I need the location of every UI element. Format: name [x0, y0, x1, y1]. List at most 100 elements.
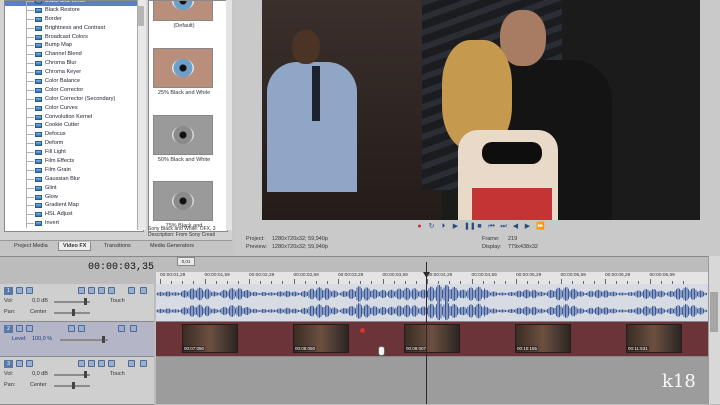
fx-item[interactable]: Film Effects	[5, 157, 143, 166]
loop-icon[interactable]: ↻	[428, 223, 435, 230]
fx-item[interactable]: Black Restore	[5, 5, 143, 15]
fx-item[interactable]: Deform	[5, 139, 143, 149]
fx-item[interactable]: Glint	[5, 183, 143, 193]
mouse-cursor-icon	[378, 346, 385, 356]
preset-25-bw[interactable]: 25% Black and White	[153, 48, 215, 97]
fx-item[interactable]: Chroma Blur	[5, 59, 143, 69]
video-track-lane[interactable]: 00:07:050 00:08:050 00:09:007 00:10:155 00:1…	[156, 322, 708, 357]
track-solo-button-icon[interactable]	[140, 287, 147, 294]
ruler-tick-label: 00:00:04,59	[471, 273, 497, 278]
fast-forward-icon[interactable]: ⏩	[536, 223, 545, 230]
track-mute-icon[interactable]	[16, 360, 23, 367]
track-auto-icon[interactable]	[78, 360, 85, 367]
track-number: 3	[4, 360, 13, 368]
track-mute-button-icon[interactable]	[128, 287, 135, 294]
preset-75-bw[interactable]: 75% Black and	[153, 181, 215, 230]
track-solo-icon[interactable]	[88, 287, 95, 294]
fx-item[interactable]: Cookie Cutter	[5, 121, 143, 131]
preset-50-bw[interactable]: 50% Black and White	[153, 115, 215, 164]
fx-plugin-icon	[35, 25, 42, 31]
fx-plugin-icon	[35, 70, 42, 76]
fx-plugin-icon	[35, 43, 42, 49]
fx-item[interactable]: Gradient Map	[5, 201, 143, 211]
pan-slider-knob[interactable]	[72, 382, 75, 389]
preset-default[interactable]: (Default)	[153, 1, 215, 30]
fx-item[interactable]: Glow	[5, 192, 143, 202]
fx-item[interactable]: Color Corrector (Secondary)	[5, 94, 143, 104]
empty-track-lane[interactable]	[156, 357, 708, 404]
record-icon[interactable]: ●	[416, 223, 423, 230]
track-header-audio-3[interactable]: 3 Vol: 0,0 dB Touch Pan: Center	[0, 357, 154, 405]
track-mute-button-icon[interactable]	[128, 360, 135, 367]
track-arm-icon[interactable]	[108, 287, 115, 294]
fx-item[interactable]: Defocus	[5, 130, 143, 140]
time-code[interactable]: 00:00:03,35	[88, 262, 154, 273]
preview-value: 1280x720x32; 59,940p	[272, 244, 328, 250]
preset-scrollbar[interactable]	[226, 0, 232, 230]
fx-item[interactable]: Invert	[5, 219, 143, 229]
track-solo-button-icon[interactable]	[140, 360, 147, 367]
track-fx-icon[interactable]	[26, 360, 33, 367]
track-fx-icon[interactable]	[26, 325, 33, 332]
track-mute-button-icon[interactable]	[118, 325, 125, 332]
fx-item[interactable]: Convolution Kernel	[5, 112, 143, 122]
audio-track-lane[interactable]	[156, 284, 708, 322]
level-slider-knob[interactable]	[102, 336, 105, 343]
track-motion-icon[interactable]	[68, 325, 75, 332]
tab-media-generators[interactable]: Media Generators	[146, 242, 198, 250]
fx-item[interactable]: Film Grain	[5, 165, 143, 175]
go-to-end-icon[interactable]: ⏭	[500, 223, 507, 230]
playhead[interactable]	[426, 262, 427, 404]
fx-item[interactable]: Color Corrector	[5, 85, 143, 95]
tab-transitions[interactable]: Transitions	[100, 242, 135, 250]
touch-mode-label[interactable]: Touch	[110, 298, 125, 304]
clip-timestamp: 00:11:531	[627, 346, 649, 351]
tab-project-media[interactable]: Project Media	[10, 242, 52, 250]
go-to-start-icon[interactable]: ⏮	[488, 223, 495, 230]
tab-video-fx[interactable]: Video FX	[58, 242, 92, 251]
fx-item[interactable]: Gaussian Blur	[5, 174, 143, 184]
track-auto-icon[interactable]	[78, 325, 85, 332]
stop-icon[interactable]: ■	[476, 223, 483, 230]
track-solo-icon[interactable]	[88, 360, 95, 367]
touch-mode-label[interactable]: Touch	[110, 371, 125, 377]
prev-frame-icon[interactable]: ◀	[512, 223, 519, 230]
ruler-tick-label: 00:00:02,29	[249, 273, 275, 278]
fx-item[interactable]: Fill Light	[5, 148, 143, 158]
play-from-start-icon[interactable]: ⏵	[440, 223, 447, 230]
track-fx-icon[interactable]	[26, 287, 33, 294]
next-frame-icon[interactable]: ▶	[524, 223, 531, 230]
fx-item[interactable]: Channel Blend	[5, 50, 143, 60]
track-arm-icon[interactable]	[108, 360, 115, 367]
fx-plugin-icon	[35, 167, 42, 173]
fx-item[interactable]: HSL Adjust	[5, 210, 143, 220]
timeline-scroll-thumb[interactable]	[710, 292, 718, 332]
fx-item[interactable]: Border	[5, 14, 143, 24]
fx-tree-scrollbar[interactable]	[137, 0, 146, 230]
fx-item[interactable]: Color Balance	[5, 77, 143, 86]
track-header-video-2[interactable]: 2 Level: 100,0 %	[0, 322, 154, 357]
ruler-tick-label: 00:00:05,29	[516, 273, 542, 278]
track-compositing-icon[interactable]	[16, 325, 23, 332]
level-slider[interactable]	[60, 339, 108, 341]
play-icon[interactable]: ▶	[452, 223, 459, 230]
track-auto-icon[interactable]	[78, 287, 85, 294]
fx-item[interactable]: Brightness and Contrast	[5, 23, 143, 33]
vol-slider-knob[interactable]	[84, 298, 87, 305]
pause-icon[interactable]: ❚❚	[464, 223, 476, 230]
track-mute-icon[interactable]	[16, 287, 23, 294]
track-lock-icon[interactable]	[98, 360, 105, 367]
vol-slider-knob[interactable]	[84, 371, 87, 378]
pan-slider-knob[interactable]	[72, 309, 75, 316]
fx-tree-scroll-thumb[interactable]	[138, 6, 144, 26]
display-value: 779x438x32	[508, 244, 538, 250]
fx-item[interactable]: Color Curves	[5, 103, 143, 113]
fx-item[interactable]: Bump Map	[5, 41, 143, 51]
fx-item[interactable]: Chroma Keyer	[5, 68, 143, 78]
track-solo-button-icon[interactable]	[130, 325, 137, 332]
fx-tree[interactable]: Black and White Black Restore Border Bright…	[4, 0, 144, 232]
track-header-audio-1[interactable]: 1 Vol: 0,0 dB Touch Pan: Center	[0, 284, 154, 322]
fx-item[interactable]: Broadcast Colors	[5, 32, 143, 42]
track-lock-icon[interactable]	[98, 287, 105, 294]
marker-flag[interactable]: 0,01	[177, 257, 195, 266]
